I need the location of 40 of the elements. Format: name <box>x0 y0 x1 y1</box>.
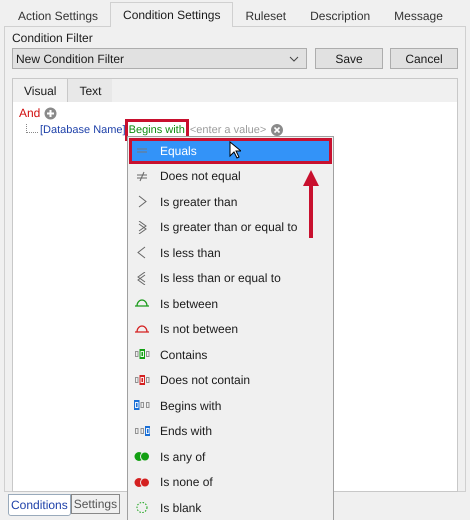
tab[interactable]: Ruleset <box>233 5 298 27</box>
dotted-circle-icon <box>134 501 150 514</box>
tree-line <box>26 124 38 133</box>
condition-operator[interactable]: Begins with <box>128 122 186 138</box>
field-name[interactable]: [Database Name] <box>40 122 126 138</box>
pointer-cursor-icon <box>229 141 241 159</box>
chevron-down-icon <box>289 56 299 62</box>
tab[interactable]: Settings <box>70 494 120 514</box>
field-label: Condition Filter <box>12 31 94 45</box>
tab[interactable]: Conditions <box>8 494 71 516</box>
two-dots-icon <box>134 476 150 489</box>
remove-icon[interactable] <box>271 124 284 136</box>
menu-item[interactable]: Is blank <box>129 495 332 520</box>
group-operator[interactable]: And <box>19 104 40 122</box>
menu-item[interactable]: Is greater than or equal to <box>129 214 332 240</box>
filter-dropdown[interactable]: New Condition Filter <box>12 48 307 69</box>
menu-item[interactable]: Begins with <box>129 393 332 418</box>
not-equal-icon <box>134 170 150 183</box>
cancel-button[interactable]: Cancel <box>390 48 458 69</box>
menu-item[interactable]: Is less than or equal to <box>129 266 332 291</box>
menu-item[interactable]: Does not contain <box>129 368 332 393</box>
menu-item[interactable]: Does not equal <box>129 164 332 189</box>
add-icon[interactable] <box>44 106 58 120</box>
menu-item[interactable]: Is none of <box>129 470 332 495</box>
menu-item[interactable]: Is any of <box>129 444 332 470</box>
menu-item[interactable]: Is between <box>129 291 332 316</box>
tab[interactable]: Message <box>382 5 455 27</box>
save-button[interactable]: Save <box>315 48 383 69</box>
tab[interactable]: Action Settings <box>6 5 110 27</box>
menu-item[interactable]: Ends with <box>129 418 332 444</box>
tab[interactable]: Text <box>68 79 112 102</box>
tab[interactable]: Condition Settings <box>110 2 234 27</box>
tab[interactable]: Description <box>298 5 382 27</box>
menu-item[interactable]: Is greater than <box>129 189 332 214</box>
two-dots-icon <box>134 450 150 464</box>
menu-item[interactable]: Is less than <box>129 240 332 266</box>
annotation-arrow <box>302 170 320 238</box>
menu-item[interactable]: Is not between <box>129 316 332 342</box>
menu-item[interactable]: Contains <box>129 342 332 368</box>
dropdown-value: New Condition Filter <box>16 50 124 68</box>
